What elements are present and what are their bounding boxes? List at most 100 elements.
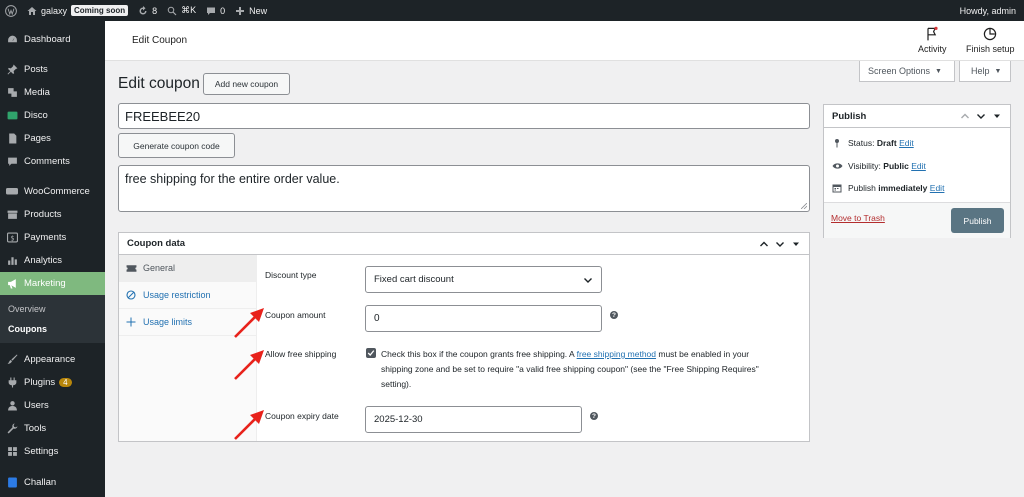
caret-down-icon[interactable] [992,111,1002,121]
finish-setup-button[interactable]: Finish setup [966,26,1015,54]
search-shortcut-label: ⌘K [181,5,197,15]
search-shortcut[interactable]: ⌘K [162,0,201,21]
chevron-down-icon [584,278,592,283]
activity-button[interactable]: Activity [918,26,947,54]
activity-label: Activity [918,44,947,54]
howdy-text: Howdy, admin [959,5,1016,16]
generate-coupon-code-button[interactable]: Generate coupon code [118,133,235,158]
caret-down-icon[interactable] [791,239,801,249]
comment-icon [207,7,216,15]
marketing-submenu: Overview Coupons [0,295,105,343]
submenu-coupons[interactable]: Coupons [0,319,105,339]
coupon-expiry-label: Coupon expiry date [265,411,339,421]
tab-usage-restriction[interactable]: Usage restriction [119,282,256,309]
ticket-icon [126,264,138,273]
menu-disco[interactable]: Disco [0,104,105,127]
menu-marketing[interactable]: Marketing [0,272,105,295]
pin-icon [835,139,839,148]
annotation-arrow-icon [234,350,264,380]
dashboard-icon [6,34,18,46]
menu-payments[interactable]: $ Payments [0,226,105,249]
menu-users[interactable]: Users [0,394,105,417]
chevron-down-icon[interactable] [775,239,785,249]
tab-general[interactable]: General [119,255,256,282]
screen-options-button[interactable]: Screen Options ▼ [859,61,955,82]
menu-settings[interactable]: Settings [0,440,105,463]
wordpress-logo[interactable] [0,0,22,21]
coupon-expiry-input[interactable]: 2025-12-30 [365,406,582,433]
wordpress-icon [5,4,17,17]
disco-icon [6,110,18,122]
plugins-update-badge: 4 [59,378,72,387]
move-to-trash-link[interactable]: Move to Trash [831,213,885,223]
megaphone-icon [6,278,18,290]
coming-soon-badge: Coming soon [71,5,129,16]
menu-comments[interactable]: Comments [0,150,105,173]
menu-appearance[interactable]: Appearance [0,348,105,371]
edit-status-link[interactable]: Edit [899,138,914,148]
annotation-arrow-icon [234,308,264,338]
publish-visibility-row: Visibility: Public Edit [832,161,926,171]
publish-header: Publish [824,105,1010,128]
free-shipping-checkbox[interactable] [366,348,376,358]
settings-icon [6,446,18,458]
menu-posts[interactable]: Posts [0,58,105,81]
site-name-link[interactable]: galaxy Coming soon [22,0,133,21]
help-icon[interactable]: ? [590,412,598,420]
menu-analytics[interactable]: Analytics [0,249,105,272]
help-button[interactable]: Help ▼ [959,61,1011,82]
updates-link[interactable]: 8 [133,0,162,21]
woo-icon [6,186,18,198]
block-icon [126,290,138,300]
new-label: New [249,5,268,16]
publish-status-row: Status: Draft Edit [832,138,914,148]
chevron-down-icon[interactable] [976,111,986,121]
coupon-description-textarea[interactable]: free shipping for the entire order value… [118,165,810,212]
chevron-up-icon[interactable] [960,111,970,121]
coupon-code-input[interactable]: FREEBEE20 [118,103,810,129]
resize-handle-icon [801,203,807,209]
plus-cross-icon [126,317,138,327]
plus-icon [236,6,245,15]
comment-icon [6,156,18,168]
free-shipping-label: Allow free shipping [265,349,337,359]
publish-box: Publish Status: Draft Edit Visibility: P… [823,104,1011,238]
free-shipping-method-link[interactable]: free shipping method [577,349,656,359]
menu-products[interactable]: Products [0,203,105,226]
site-name: galaxy [41,5,68,16]
help-icon[interactable]: ? [610,311,618,319]
chevron-up-icon[interactable] [759,239,769,249]
edit-visibility-link[interactable]: Edit [911,161,926,171]
coupon-amount-input[interactable]: 0 [365,305,602,332]
users-icon [6,400,18,412]
menu-tools[interactable]: Tools [0,417,105,440]
free-shipping-description: Check this box if the coupon grants free… [381,349,759,389]
svg-text:$: $ [10,234,14,242]
menu-dashboard[interactable]: Dashboard [0,28,105,51]
comments-count: 0 [220,5,226,16]
coupon-amount-label: Coupon amount [265,310,326,320]
updates-count: 8 [152,5,158,16]
menu-pages[interactable]: Pages [0,127,105,150]
publish-button[interactable]: Publish [951,208,1004,233]
caret-down-icon: ▼ [935,67,942,75]
progress-ring-icon [984,27,997,41]
menu-media[interactable]: Media [0,81,105,104]
menu-plugins[interactable]: Plugins 4 [0,371,105,394]
header-title: Edit Coupon [132,35,188,46]
dollar-icon: $ [6,232,18,244]
add-new-coupon-button[interactable]: Add new coupon [203,73,290,95]
submenu-overview[interactable]: Overview [0,299,105,319]
menu-woocommerce[interactable]: WooCommerce [0,180,105,203]
my-account-link[interactable]: Howdy, admin [955,0,1024,21]
discount-type-select[interactable]: Fixed cart discount [365,266,602,293]
pin-icon [6,64,18,76]
comments-link[interactable]: 0 [201,0,230,21]
edit-publish-date-link[interactable]: Edit [930,183,945,193]
refresh-icon [139,5,147,14]
flag-icon [927,26,938,41]
new-content-link[interactable]: New [230,0,272,21]
discount-type-label: Discount type [265,270,317,280]
archive-icon [6,209,18,221]
menu-challan[interactable]: Challan [0,471,105,494]
